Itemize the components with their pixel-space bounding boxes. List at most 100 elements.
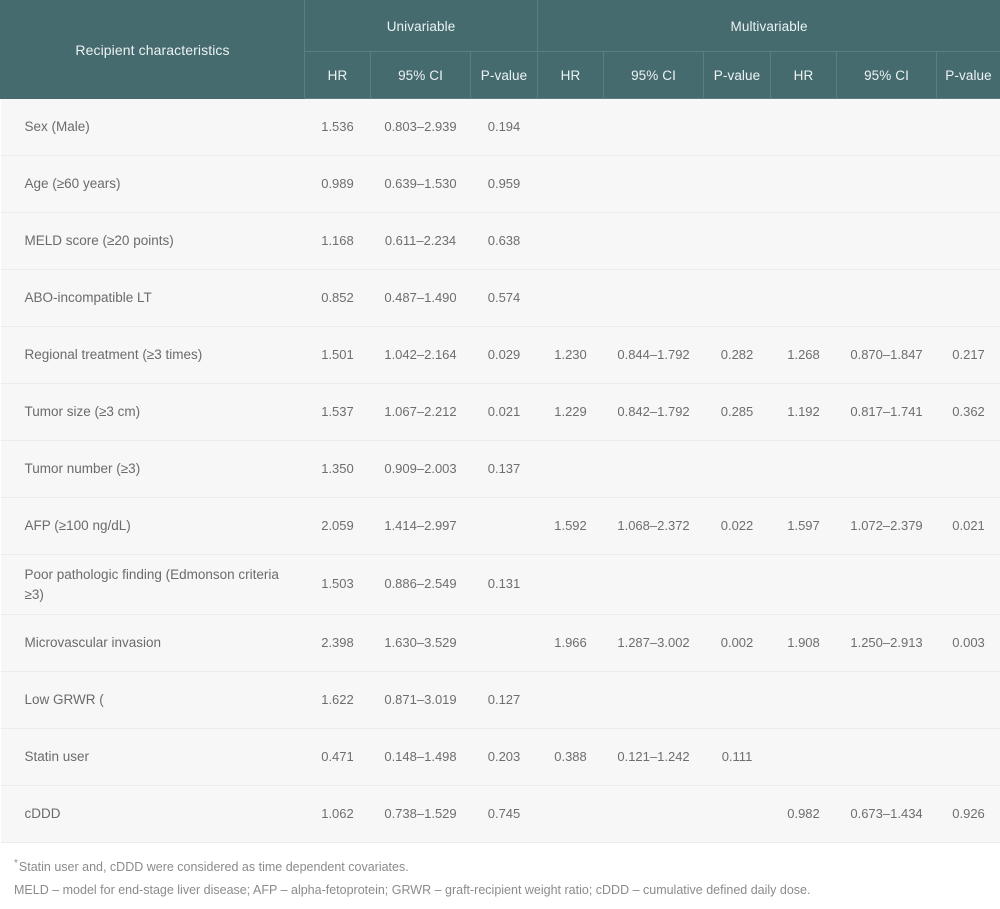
cell-multi2-pvalue — [936, 728, 1000, 786]
table-row: AFP (≥100 ng/dL) 2.059 1.414–2.997 1.592 1.0… — [0, 497, 1000, 555]
cell-multi1-ci: 0.844–1.792 — [603, 326, 704, 384]
cell-uni-ci: 1.042–2.164 — [370, 326, 471, 384]
column-group-multivariable: Multivariable — [537, 0, 1000, 52]
cell-uni-ci: 0.611–2.234 — [370, 212, 471, 270]
cell-multi1-hr: 1.966 — [537, 614, 604, 672]
table-row: Poor pathologic finding (Edmonson criter… — [0, 554, 1000, 615]
cell-multi1-pvalue: 0.002 — [703, 614, 771, 672]
cell-multi1-ci — [603, 785, 704, 843]
footnote-line-1-text: Statin user and, cDDD were considered as… — [18, 860, 409, 875]
cell-multi1-ci — [603, 155, 704, 213]
cell-multi2-hr — [770, 671, 837, 729]
row-label: Poor pathologic finding (Edmonson criter… — [0, 554, 305, 615]
cell-multi1-pvalue: 0.282 — [703, 326, 771, 384]
cell-uni-pvalue: 0.574 — [470, 269, 538, 327]
cell-multi2-pvalue: 0.021 — [936, 497, 1000, 555]
cell-multi2-hr: 1.908 — [770, 614, 837, 672]
cell-multi2-hr: 1.192 — [770, 383, 837, 441]
column-header-multi1-ci: 95% CI — [603, 51, 705, 99]
table-footnotes: *Statin user and, cDDD were considered a… — [0, 843, 1000, 909]
cell-multi2-hr — [770, 554, 837, 615]
cell-multi2-ci: 0.817–1.741 — [836, 383, 937, 441]
row-label: Tumor number (≥3) — [0, 440, 305, 498]
cell-multi2-pvalue: 0.217 — [936, 326, 1000, 384]
cell-uni-hr: 1.537 — [304, 383, 371, 441]
cell-multi2-ci — [836, 98, 937, 156]
cell-multi2-pvalue — [936, 155, 1000, 213]
cell-uni-pvalue — [470, 614, 538, 672]
cell-multi2-ci — [836, 269, 937, 327]
cell-uni-hr: 2.059 — [304, 497, 371, 555]
cell-multi1-hr — [537, 212, 604, 270]
cell-uni-pvalue: 0.131 — [470, 554, 538, 615]
cell-uni-ci: 0.639–1.530 — [370, 155, 471, 213]
cell-multi1-ci — [603, 440, 704, 498]
cell-uni-ci: 0.803–2.939 — [370, 98, 471, 156]
cell-uni-pvalue: 0.203 — [470, 728, 538, 786]
cell-multi2-pvalue: 0.926 — [936, 785, 1000, 843]
cell-multi1-hr — [537, 269, 604, 327]
column-header-multi2-ci: 95% CI — [836, 51, 938, 99]
cell-multi2-pvalue — [936, 554, 1000, 615]
table-row: Tumor number (≥3) 1.350 0.909–2.003 0.137 — [0, 440, 1000, 498]
table-header: Recipient characteristics Univariable Mu… — [0, 0, 1000, 99]
column-header-uni-pvalue: P-value — [469, 51, 539, 99]
cell-multi1-hr: 1.592 — [537, 497, 604, 555]
table-row: Statin user 0.471 0.148–1.498 0.203 0.388 0.1… — [0, 728, 1000, 786]
cell-uni-hr: 0.989 — [304, 155, 371, 213]
cell-multi2-pvalue: 0.362 — [936, 383, 1000, 441]
cell-uni-hr: 1.350 — [304, 440, 371, 498]
cell-multi1-pvalue: 0.285 — [703, 383, 771, 441]
cell-multi2-hr: 1.268 — [770, 326, 837, 384]
row-label: Microvascular invasion — [0, 614, 305, 672]
cell-multi1-ci — [603, 671, 704, 729]
cell-uni-pvalue: 0.194 — [470, 98, 538, 156]
cell-multi1-ci — [603, 269, 704, 327]
cell-multi2-pvalue: 0.003 — [936, 614, 1000, 672]
cell-multi1-pvalue — [703, 98, 771, 156]
cell-multi2-ci — [836, 440, 937, 498]
column-group-univariable: Univariable — [303, 0, 539, 52]
cell-multi1-ci — [603, 98, 704, 156]
row-label: Low GRWR ( — [0, 671, 305, 729]
cox-regression-table: Recipient characteristics Univariable Mu… — [0, 0, 1000, 843]
cell-multi1-pvalue: 0.111 — [703, 728, 771, 786]
header-group-row: Recipient characteristics Univariable Mu… — [0, 0, 1000, 99]
row-label: Statin user — [0, 728, 305, 786]
cell-uni-pvalue: 0.638 — [470, 212, 538, 270]
footnote-line-1: *Statin user and, cDDD were considered a… — [14, 855, 986, 879]
cell-uni-pvalue: 0.127 — [470, 671, 538, 729]
cell-multi1-hr — [537, 554, 604, 615]
cell-multi2-hr — [770, 728, 837, 786]
column-header-multi1-pvalue: P-value — [703, 51, 772, 99]
cell-multi2-pvalue — [936, 440, 1000, 498]
footnote-line-2: MELD – model for end-stage liver disease… — [14, 883, 811, 898]
cell-uni-hr: 1.168 — [304, 212, 371, 270]
column-header-multi2-pvalue: P-value — [936, 51, 1000, 99]
cell-multi2-ci — [836, 671, 937, 729]
cell-multi1-hr: 1.230 — [537, 326, 604, 384]
cell-multi2-pvalue — [936, 269, 1000, 327]
cell-multi1-ci — [603, 554, 704, 615]
cell-uni-hr: 1.536 — [304, 98, 371, 156]
cell-multi2-ci: 0.673–1.434 — [836, 785, 937, 843]
cell-multi1-hr: 1.229 — [537, 383, 604, 441]
cell-uni-ci: 1.067–2.212 — [370, 383, 471, 441]
cell-multi1-hr — [537, 785, 604, 843]
cell-uni-ci: 0.148–1.498 — [370, 728, 471, 786]
row-label: Age (≥60 years) — [0, 155, 305, 213]
cell-uni-hr: 1.062 — [304, 785, 371, 843]
row-label: Tumor size (≥3 cm) — [0, 383, 305, 441]
cell-multi1-pvalue — [703, 212, 771, 270]
cell-multi2-ci — [836, 155, 937, 213]
cell-multi1-ci — [603, 212, 704, 270]
cell-multi1-ci: 1.068–2.372 — [603, 497, 704, 555]
table-body: Sex (Male) 1.536 0.803–2.939 0.194 Age (≥60 … — [0, 98, 1000, 843]
cell-uni-ci: 0.487–1.490 — [370, 269, 471, 327]
cell-multi2-pvalue — [936, 671, 1000, 729]
cell-multi2-hr — [770, 98, 837, 156]
cell-uni-ci: 1.630–3.529 — [370, 614, 471, 672]
cell-uni-ci: 0.871–3.019 — [370, 671, 471, 729]
column-header-uni-ci: 95% CI — [370, 51, 471, 99]
column-header-uni-hr: HR — [304, 51, 371, 99]
